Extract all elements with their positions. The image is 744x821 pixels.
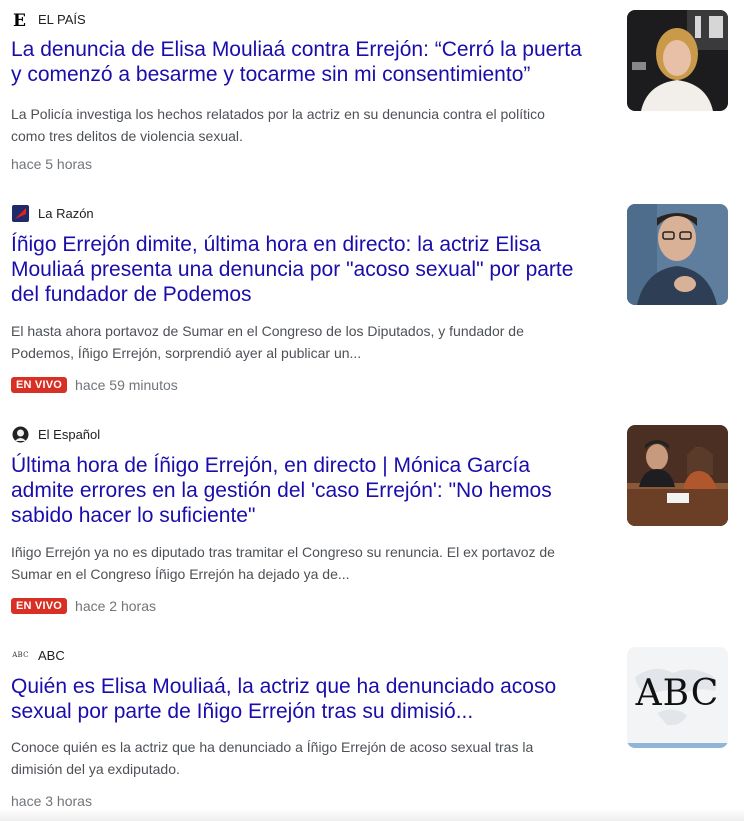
- el-espanol-logo-icon: [12, 426, 29, 443]
- article-headline[interactable]: Quién es Elisa Mouliaá, la actriz que ha…: [11, 674, 611, 724]
- live-badge: EN VIVO: [11, 598, 68, 614]
- article-meta: EN VIVO hace 59 minutos: [11, 375, 178, 395]
- article-timestamp: hace 5 horas: [11, 156, 92, 172]
- congress-thumbnail[interactable]: [627, 425, 728, 526]
- live-badge: EN VIVO: [11, 377, 68, 393]
- source-row: La Razón: [12, 204, 94, 222]
- abc-logo-icon: ABC: [12, 651, 29, 659]
- article-meta: hace 3 horas: [11, 791, 92, 811]
- source-row: El Español: [12, 425, 100, 443]
- article-snippet: La Policía investiga los hechos relatado…: [11, 106, 545, 144]
- article-snippet: Conoce quién es la actriz que ha denunci…: [11, 739, 534, 777]
- woman-portrait-thumbnail[interactable]: [627, 10, 728, 111]
- abc-thumb-text: ABC: [635, 673, 720, 714]
- article-headline[interactable]: La denuncia de Elisa Mouliaá contra Erre…: [11, 37, 611, 87]
- bottom-fade: [0, 809, 744, 821]
- article-meta: EN VIVO hace 2 horas: [11, 596, 156, 616]
- article-headline[interactable]: Íñigo Errejón dimite, última hora en dir…: [11, 232, 611, 307]
- article-timestamp: hace 2 horas: [75, 598, 156, 614]
- man-portrait-thumbnail[interactable]: [627, 204, 728, 305]
- svg-text:E: E: [13, 11, 26, 28]
- article-meta: hace 5 horas: [11, 154, 92, 174]
- article-timestamp: hace 59 minutos: [75, 377, 178, 393]
- article-snippet: El hasta ahora portavoz de Sumar en el C…: [11, 323, 524, 361]
- la-razon-logo-icon: [12, 204, 29, 222]
- article-headline[interactable]: Última hora de Íñigo Errejón, en directo…: [11, 453, 611, 528]
- source-name[interactable]: La Razón: [38, 206, 94, 221]
- article-snippet: Iñigo Errejón ya no es diputado tras tra…: [11, 544, 555, 582]
- el-pais-logo-icon: E: [12, 11, 29, 28]
- source-name[interactable]: El Español: [38, 427, 100, 442]
- abc-logo-thumbnail[interactable]: ABC: [627, 647, 728, 748]
- source-name[interactable]: ABC: [38, 648, 65, 663]
- article-timestamp: hace 3 horas: [11, 793, 92, 809]
- source-row: ABC ABC: [12, 646, 65, 664]
- source-row: E EL PAÍS: [12, 10, 86, 28]
- source-name[interactable]: EL PAÍS: [38, 12, 86, 27]
